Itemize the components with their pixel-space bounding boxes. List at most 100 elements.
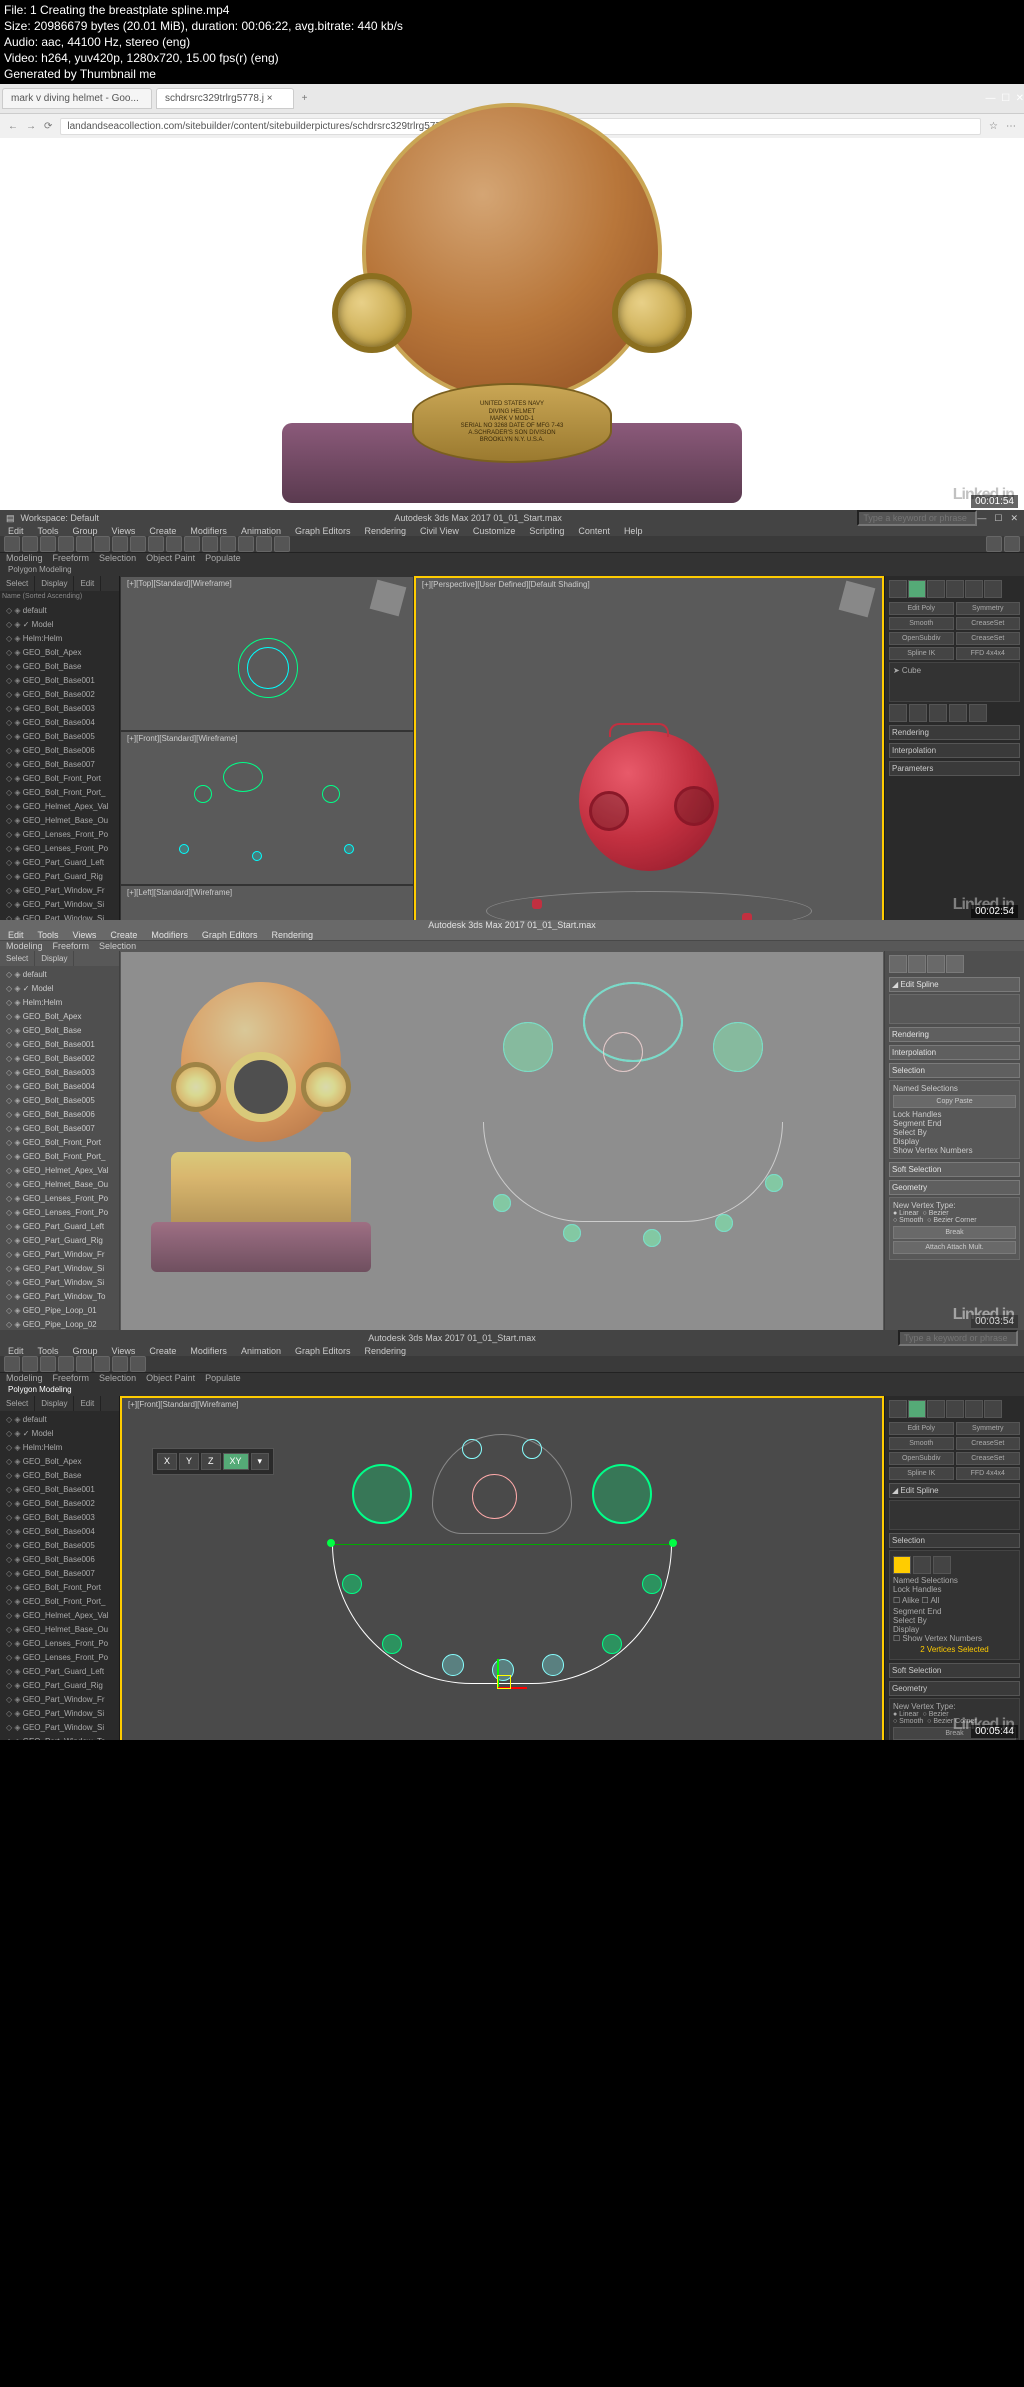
outliner-item[interactable]: GEO_Bolt_Base001 (2, 1038, 117, 1052)
menu-icon[interactable]: ⋯ (1006, 121, 1016, 132)
viewport-perspective[interactable]: [+][Perspective][User Defined][Default S… (414, 576, 884, 920)
menu-views[interactable]: Views (112, 526, 136, 536)
cmd-editpoly[interactable]: Edit Poly (889, 602, 954, 615)
outliner-item[interactable]: GEO_Part_Guard_Rig (2, 1234, 117, 1248)
outliner-item[interactable]: ✓ Model (2, 618, 117, 632)
reload-icon[interactable]: ⟳ (44, 121, 52, 132)
outliner-item[interactable]: GEO_Part_Window_Si (2, 1276, 117, 1290)
axis-z-button[interactable]: Z (201, 1453, 221, 1470)
outliner-item[interactable]: GEO_Bolt_Base (2, 1024, 117, 1038)
ribbon-modeling[interactable]: Modeling (6, 553, 43, 563)
outliner-item[interactable]: default (2, 604, 117, 618)
outliner-item[interactable]: GEO_Part_Window_Fr (2, 884, 117, 898)
outliner-item[interactable]: GEO_Bolt_Front_Port (2, 1581, 117, 1595)
cmd-hierarchy-icon[interactable] (927, 580, 945, 598)
outliner-item[interactable]: GEO_Part_Window_Si (2, 1707, 117, 1721)
outliner-item[interactable]: GEO_Part_Window_Fr (2, 1248, 117, 1262)
outliner-item[interactable]: ✓ Model (2, 1427, 117, 1441)
cmd-utilities-icon[interactable] (984, 580, 1002, 598)
outliner-item[interactable]: GEO_Lenses_Front_Po (2, 1192, 117, 1206)
menu-rendering[interactable]: Rendering (365, 526, 407, 536)
cmd-smooth[interactable]: Smooth (889, 617, 954, 630)
tb-link-icon[interactable] (40, 536, 56, 552)
outliner-item[interactable]: GEO_Bolt_Base007 (2, 758, 117, 772)
outliner-item[interactable]: GEO_Bolt_Base002 (2, 1497, 117, 1511)
outliner-item[interactable]: GEO_Part_Window_Fr (2, 1693, 117, 1707)
ribbon-freeform[interactable]: Freeform (53, 553, 90, 563)
outliner-item[interactable]: GEO_Helmet_Apex_Val (2, 1164, 117, 1178)
cmd-create-icon[interactable] (889, 580, 907, 598)
forward-icon[interactable]: → (26, 121, 36, 132)
menu-help[interactable]: Help (624, 526, 643, 536)
outliner-item[interactable]: GEO_Lenses_Front_Po (2, 1637, 117, 1651)
outliner-item[interactable]: GEO_Bolt_Front_Port (2, 772, 117, 786)
pin-icon[interactable] (889, 704, 907, 722)
tb-snap-icon[interactable] (148, 536, 164, 552)
outliner-item[interactable]: GEO_Part_Window_Si (2, 1262, 117, 1276)
outliner-item[interactable]: GEO_Part_Window_To (2, 1290, 117, 1304)
sb-header[interactable]: Name (Sorted Ascending) (0, 591, 119, 602)
outliner-item[interactable]: GEO_Bolt_Base001 (2, 674, 117, 688)
cmd-crease1[interactable]: CreaseSet (956, 617, 1021, 630)
outliner-item[interactable]: GEO_Pipe_Loop_01 (2, 1304, 117, 1318)
viewport-left[interactable]: [+][Left][Standard][Wireframe] (120, 885, 414, 920)
sb-tab-display[interactable]: Display (35, 576, 74, 591)
cmd-display-icon[interactable] (965, 580, 983, 598)
tb-select-icon[interactable] (76, 536, 92, 552)
outliner-item[interactable]: GEO_Bolt_Apex (2, 646, 117, 660)
outliner-item[interactable]: GEO_Helmet_Apex_Val (2, 800, 117, 814)
menu-civil[interactable]: Civil View (420, 526, 459, 536)
outliner-item[interactable]: GEO_Helmet_Base_Ou (2, 1623, 117, 1637)
outliner-item[interactable]: GEO_Bolt_Base007 (2, 1567, 117, 1581)
outliner-item[interactable]: GEO_Lenses_Front_Po (2, 842, 117, 856)
tb-layer-icon[interactable] (220, 536, 236, 552)
max-search-input[interactable] (857, 510, 977, 526)
outliner-item[interactable]: GEO_Bolt_Base007 (2, 1122, 117, 1136)
outliner-item[interactable]: GEO_Bolt_Base006 (2, 1108, 117, 1122)
outliner-item[interactable]: GEO_Bolt_Front_Port_ (2, 1595, 117, 1609)
outliner-item[interactable]: ✓ Model (2, 982, 117, 996)
show-icon[interactable] (909, 704, 927, 722)
vertex-subobj-icon[interactable] (893, 1556, 911, 1574)
window-close-icon[interactable]: ✕ (1010, 513, 1018, 524)
spline-subobj-icon[interactable] (933, 1556, 951, 1574)
outliner-item[interactable]: GEO_Bolt_Apex (2, 1455, 117, 1469)
outliner-item[interactable]: Helm:Helm (2, 1441, 117, 1455)
cmd-splineik[interactable]: Spline IK (889, 647, 954, 660)
outliner-item[interactable]: default (2, 968, 117, 982)
outliner-item[interactable]: GEO_Bolt_Front_Port (2, 1136, 117, 1150)
cmd-motion-icon[interactable] (946, 580, 964, 598)
outliner-item[interactable]: Helm:Helm (2, 632, 117, 646)
outliner-item[interactable]: GEO_Helmet_Apex_Val (2, 1609, 117, 1623)
browser-max-icon[interactable]: ☐ (1001, 93, 1010, 104)
window-min-icon[interactable]: — (977, 513, 986, 524)
tb-angle-icon[interactable] (166, 536, 182, 552)
outliner-item[interactable]: GEO_Part_Window_To (2, 1735, 117, 1740)
outliner-item[interactable]: GEO_Pipe_Loop_02 (2, 1318, 117, 1330)
menu-grapheditors[interactable]: Graph Editors (295, 526, 351, 536)
cmd-modify-icon[interactable] (908, 580, 926, 598)
cmd-ffd[interactable]: FFD 4x4x4 (956, 647, 1021, 660)
menu-create[interactable]: Create (149, 526, 176, 536)
tb-render-icon[interactable] (274, 536, 290, 552)
tb-align-icon[interactable] (202, 536, 218, 552)
outliner-item[interactable]: GEO_Bolt_Base (2, 660, 117, 674)
outliner-item[interactable]: GEO_Part_Window_Si (2, 912, 117, 920)
outliner-list[interactable]: default✓ ModelHelm:HelmGEO_Bolt_ApexGEO_… (0, 602, 119, 920)
viewcube-icon[interactable] (369, 580, 406, 617)
tb-undo-icon[interactable] (4, 536, 20, 552)
outliner-item[interactable]: GEO_Bolt_Base005 (2, 730, 117, 744)
outliner-item[interactable]: GEO_Bolt_Base002 (2, 1052, 117, 1066)
outliner-item[interactable]: GEO_Bolt_Base004 (2, 716, 117, 730)
tb-scale-icon[interactable] (130, 536, 146, 552)
axis-xy-button[interactable]: XY (223, 1453, 249, 1470)
outliner-item[interactable]: GEO_Bolt_Base005 (2, 1094, 117, 1108)
config-icon[interactable] (969, 704, 987, 722)
outliner-item[interactable]: GEO_Bolt_Base (2, 1469, 117, 1483)
tb-move-icon[interactable] (94, 536, 110, 552)
remove-icon[interactable] (949, 704, 967, 722)
outliner-item[interactable]: GEO_Bolt_Base004 (2, 1525, 117, 1539)
outliner-item[interactable]: GEO_Bolt_Base002 (2, 688, 117, 702)
modifier-stack[interactable]: ➤ Cube (889, 662, 1020, 702)
ribbon-populate[interactable]: Populate (205, 553, 241, 563)
